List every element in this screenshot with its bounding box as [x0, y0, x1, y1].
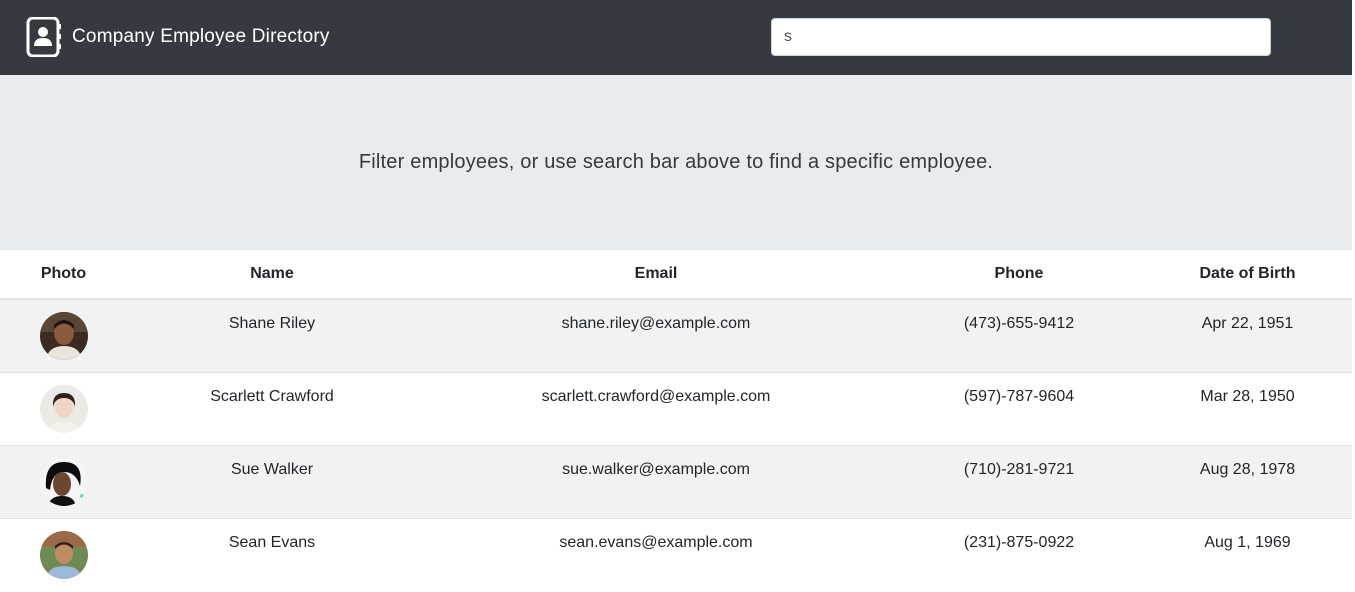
column-header-photo[interactable]: Photo [0, 250, 127, 300]
photo-cell [0, 444, 127, 518]
dob-cell: Apr 22, 1951 [1143, 298, 1352, 372]
search-input[interactable] [771, 18, 1271, 56]
app-title: Company Employee Directory [72, 26, 330, 47]
phone-cell: (231)-875-0922 [895, 517, 1143, 591]
address-book-icon [26, 16, 62, 58]
name-cell: Sean Evans [127, 517, 417, 591]
table-row: Sean Evans sean.evans@example.com (231)-… [0, 517, 1352, 591]
avatar [39, 312, 88, 360]
table-header-row: Photo Name Email Phone Date of Birth [0, 250, 1352, 300]
table-row: Scarlett Crawford scarlett.crawford@exam… [0, 371, 1352, 445]
phone-cell: (710)-281-9721 [895, 444, 1143, 518]
employee-table: Photo Name Email Phone Date of Birth Sha… [0, 250, 1352, 591]
photo-cell [0, 371, 127, 445]
column-header-phone[interactable]: Phone [895, 250, 1143, 300]
column-header-name[interactable]: Name [127, 250, 417, 300]
photo-cell [0, 298, 127, 372]
name-cell: Sue Walker [127, 444, 417, 518]
dob-cell: Mar 28, 1950 [1143, 371, 1352, 445]
dob-cell: Aug 28, 1978 [1143, 444, 1352, 518]
jumbotron: Filter employees, or use search bar abov… [0, 75, 1352, 250]
name-cell: Shane Riley [127, 298, 417, 372]
table-row: Sue Walker sue.walker@example.com (710)-… [0, 444, 1352, 518]
avatar [39, 530, 88, 579]
name-cell: Scarlett Crawford [127, 371, 417, 445]
avatar [39, 384, 88, 433]
column-header-dob[interactable]: Date of Birth [1143, 250, 1352, 300]
navbar: Company Employee Directory [0, 0, 1352, 75]
avatar [39, 457, 88, 506]
table-row: Shane Riley shane.riley@example.com (473… [0, 298, 1352, 372]
email-cell[interactable]: sue.walker@example.com [417, 444, 895, 518]
photo-cell [0, 517, 127, 591]
dob-cell: Aug 1, 1969 [1143, 517, 1352, 591]
column-header-email[interactable]: Email [417, 250, 895, 300]
employee-table-container: Photo Name Email Phone Date of Birth Sha… [0, 250, 1352, 591]
phone-cell: (473)-655-9412 [895, 298, 1143, 372]
email-cell[interactable]: scarlett.crawford@example.com [417, 371, 895, 445]
email-cell[interactable]: sean.evans@example.com [417, 517, 895, 591]
email-cell[interactable]: shane.riley@example.com [417, 298, 895, 372]
jumbotron-text: Filter employees, or use search bar abov… [358, 151, 994, 173]
phone-cell: (597)-787-9604 [895, 371, 1143, 445]
brand[interactable]: Company Employee Directory [26, 16, 330, 58]
